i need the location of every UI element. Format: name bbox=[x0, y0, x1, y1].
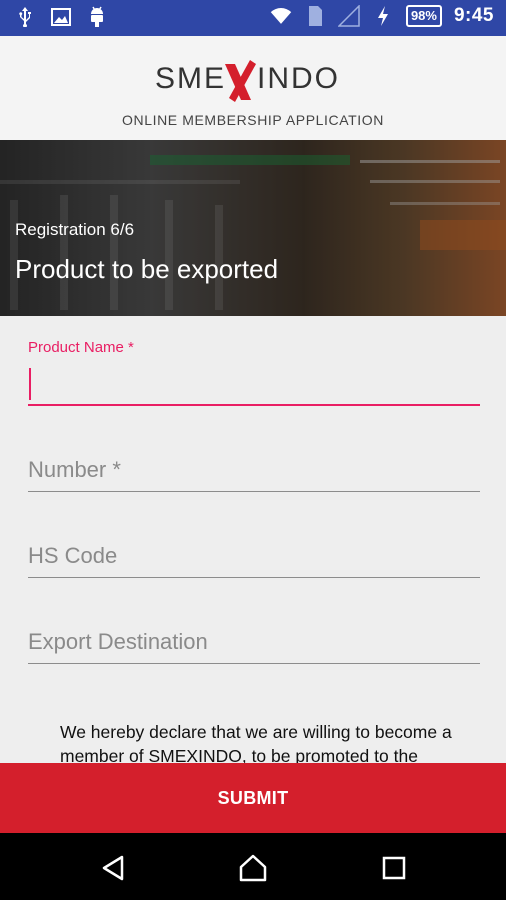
smexindo-logo: SME INDO bbox=[0, 56, 506, 102]
svg-text:INDO: INDO bbox=[257, 62, 340, 95]
hs-code-underline bbox=[28, 577, 480, 578]
wifi-icon bbox=[270, 5, 292, 27]
sim-icon bbox=[304, 5, 326, 27]
status-bar: 98% 9:45 bbox=[0, 0, 506, 36]
text-cursor bbox=[29, 368, 31, 400]
recents-icon[interactable] bbox=[379, 853, 409, 883]
submit-button[interactable]: SUBMIT bbox=[0, 763, 506, 833]
back-icon[interactable] bbox=[98, 853, 128, 883]
battery-indicator: 98% bbox=[405, 5, 442, 27]
product-name-field[interactable]: Product Name * bbox=[28, 338, 480, 408]
clock: 9:45 bbox=[453, 5, 494, 26]
android-icon bbox=[86, 6, 108, 28]
product-name-label: Product Name * bbox=[28, 339, 134, 356]
export-destination-input[interactable] bbox=[28, 622, 480, 662]
number-field[interactable] bbox=[28, 450, 480, 494]
banner-title: Product to be exported bbox=[15, 254, 279, 284]
hs-code-input[interactable] bbox=[28, 536, 480, 576]
svg-text:SME: SME bbox=[155, 62, 226, 95]
product-name-input[interactable] bbox=[28, 364, 480, 404]
number-input[interactable] bbox=[28, 450, 480, 490]
product-name-underline bbox=[28, 404, 480, 406]
usb-icon bbox=[14, 6, 36, 28]
header-subtitle: ONLINE MEMBERSHIP APPLICATION bbox=[122, 112, 384, 128]
image-icon bbox=[50, 6, 72, 28]
registration-step: Registration 6/6 bbox=[15, 220, 135, 239]
hs-code-field[interactable] bbox=[28, 536, 480, 580]
number-underline bbox=[28, 491, 480, 492]
home-icon[interactable] bbox=[238, 853, 268, 883]
signal-icon bbox=[337, 5, 360, 27]
export-destination-underline bbox=[28, 663, 480, 664]
declaration-text: We hereby declare that we are willing to… bbox=[60, 722, 452, 766]
navigation-bar bbox=[0, 833, 506, 900]
app-header: SME INDO ONLINE MEMBERSHIP APPLICATION bbox=[0, 36, 506, 140]
charging-icon bbox=[372, 5, 394, 27]
banner-image: Registration 6/6 Product to be exported bbox=[0, 140, 506, 316]
export-destination-field[interactable] bbox=[28, 622, 480, 666]
